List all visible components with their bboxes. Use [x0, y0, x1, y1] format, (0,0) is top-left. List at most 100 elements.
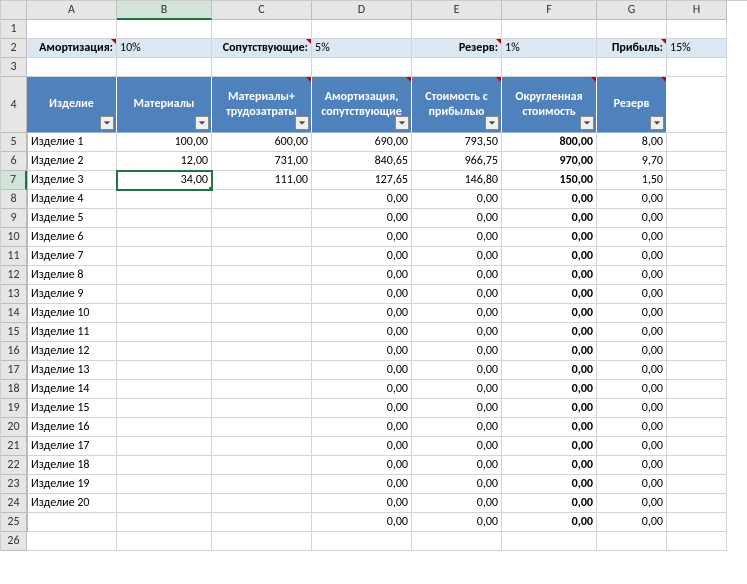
cell-price[interactable]: 966,75 [412, 152, 502, 171]
cell-labor[interactable] [212, 247, 312, 266]
cell-name[interactable]: Изделие 10 [27, 304, 117, 323]
cell[interactable] [312, 58, 412, 77]
cell-rounded[interactable]: 0,00 [502, 380, 597, 399]
cell[interactable] [117, 20, 212, 39]
table-header-4[interactable]: Стоимость с прибылью [412, 77, 502, 133]
param-sop-label[interactable]: Сопутствующие: [212, 39, 312, 58]
param-prib-value[interactable]: 15% [667, 39, 727, 58]
row-header-18[interactable]: 18 [1, 380, 27, 399]
row-header-6[interactable]: 6 [1, 152, 27, 171]
cell-labor[interactable] [212, 285, 312, 304]
cell-amort[interactable]: 0,00 [312, 285, 412, 304]
cell-materials[interactable] [117, 380, 212, 399]
column-header-C[interactable]: C [212, 1, 312, 20]
cell-name[interactable]: Изделие 16 [27, 418, 117, 437]
cell-rounded[interactable]: 0,00 [502, 399, 597, 418]
cell[interactable] [667, 58, 727, 77]
cell[interactable] [212, 20, 312, 39]
cell-amort[interactable]: 840,65 [312, 152, 412, 171]
cell-materials[interactable] [117, 247, 212, 266]
cell-name[interactable]: Изделие 19 [27, 475, 117, 494]
cell-name[interactable]: Изделие 13 [27, 361, 117, 380]
cell-rounded[interactable]: 970,00 [502, 152, 597, 171]
cell[interactable] [667, 513, 727, 532]
cell[interactable] [667, 304, 727, 323]
filter-dropdown-icon[interactable] [395, 116, 409, 130]
cell-amort[interactable]: 0,00 [312, 456, 412, 475]
cell-labor[interactable]: 600,00 [212, 133, 312, 152]
cell[interactable] [502, 20, 597, 39]
cell-amort[interactable]: 0,00 [312, 247, 412, 266]
cell-materials[interactable] [117, 494, 212, 513]
cell[interactable] [667, 209, 727, 228]
cell-reserve[interactable]: 0,00 [597, 418, 667, 437]
cell-reserve[interactable]: 0,00 [597, 266, 667, 285]
cell-rounded[interactable]: 0,00 [502, 285, 597, 304]
cell[interactable] [27, 58, 117, 77]
cell-rounded[interactable]: 0,00 [502, 437, 597, 456]
cell-labor[interactable] [212, 228, 312, 247]
cell-rounded[interactable]: 0,00 [502, 456, 597, 475]
cell-materials[interactable]: 100,00 [117, 133, 212, 152]
cell-labor[interactable] [212, 323, 312, 342]
cell-reserve[interactable]: 1,50 [597, 171, 667, 190]
cell[interactable] [667, 247, 727, 266]
row-header-24[interactable]: 24 [1, 494, 27, 513]
row-header-12[interactable]: 12 [1, 266, 27, 285]
cell-reserve[interactable]: 0,00 [597, 475, 667, 494]
cell-name[interactable]: Изделие 1 [27, 133, 117, 152]
row-header-10[interactable]: 10 [1, 228, 27, 247]
cell-name[interactable]: Изделие 2 [27, 152, 117, 171]
cell[interactable] [27, 532, 117, 551]
row-header-19[interactable]: 19 [1, 399, 27, 418]
cell-name[interactable]: Изделие 4 [27, 190, 117, 209]
cell-amort[interactable]: 0,00 [312, 266, 412, 285]
cell[interactable] [412, 58, 502, 77]
cell-amort[interactable]: 0,00 [312, 209, 412, 228]
cell-reserve[interactable]: 0,00 [597, 323, 667, 342]
column-header-G[interactable]: G [597, 1, 667, 20]
cell-name[interactable]: Изделие 5 [27, 209, 117, 228]
cell[interactable] [27, 20, 117, 39]
cell-labor[interactable] [212, 456, 312, 475]
cell[interactable] [667, 380, 727, 399]
cell[interactable] [597, 20, 667, 39]
cell[interactable] [412, 532, 502, 551]
cell-reserve[interactable]: 0,00 [597, 209, 667, 228]
cell[interactable] [597, 58, 667, 77]
cell-price[interactable]: 0,00 [412, 228, 502, 247]
cell[interactable] [312, 532, 412, 551]
cell-rounded[interactable]: 150,00 [502, 171, 597, 190]
param-amort-value[interactable]: 10% [117, 39, 212, 58]
cell[interactable] [667, 171, 727, 190]
param-prib-label[interactable]: Прибыль: [597, 39, 667, 58]
cell-amort[interactable]: 0,00 [312, 494, 412, 513]
cell-materials[interactable] [117, 285, 212, 304]
row-header-25[interactable]: 25 [1, 513, 27, 532]
cell-materials[interactable] [117, 266, 212, 285]
cell-name[interactable] [27, 513, 117, 532]
cell-labor[interactable] [212, 380, 312, 399]
cell-amort[interactable]: 0,00 [312, 361, 412, 380]
cell-price[interactable]: 0,00 [412, 323, 502, 342]
row-header-3[interactable]: 3 [1, 58, 27, 77]
cell-labor[interactable] [212, 399, 312, 418]
cell[interactable] [597, 532, 667, 551]
cell-reserve[interactable]: 0,00 [597, 513, 667, 532]
cell[interactable] [117, 58, 212, 77]
cell-materials[interactable] [117, 418, 212, 437]
cell-name[interactable]: Изделие 20 [27, 494, 117, 513]
cell[interactable] [667, 190, 727, 209]
cell[interactable] [212, 58, 312, 77]
param-sop-value[interactable]: 5% [312, 39, 412, 58]
cell-reserve[interactable]: 0,00 [597, 361, 667, 380]
cell-materials[interactable]: 34,00 [117, 171, 212, 190]
table-header-5[interactable]: Округленная стоимость [502, 77, 597, 133]
cell-rounded[interactable]: 0,00 [502, 190, 597, 209]
row-header-22[interactable]: 22 [1, 456, 27, 475]
param-rez-label[interactable]: Резерв: [412, 39, 502, 58]
cell-price[interactable]: 0,00 [412, 247, 502, 266]
cell-labor[interactable] [212, 437, 312, 456]
row-header-9[interactable]: 9 [1, 209, 27, 228]
cell-labor[interactable] [212, 513, 312, 532]
